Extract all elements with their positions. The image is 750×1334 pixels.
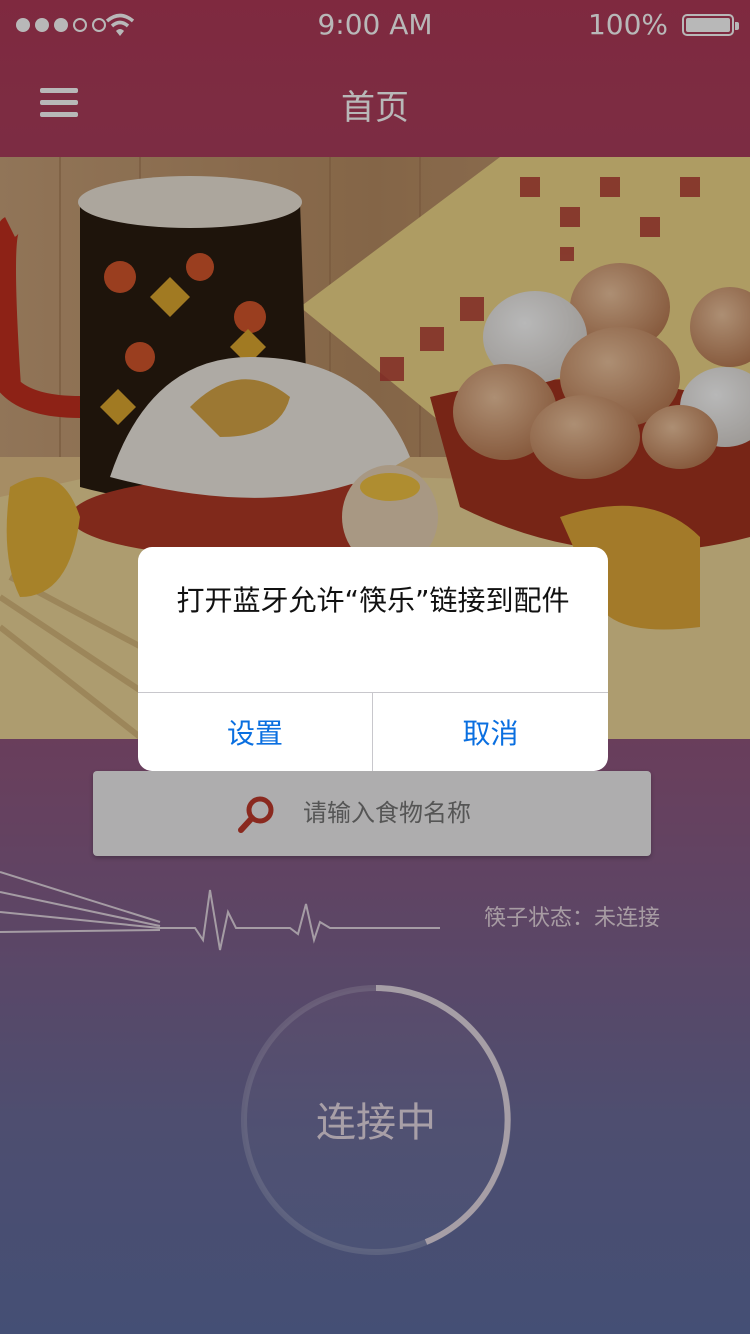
alert-message: 打开蓝牙允许“筷乐”链接到配件 — [176, 584, 570, 617]
cancel-button[interactable]: 取消 — [373, 693, 608, 771]
settings-button[interactable]: 设置 — [138, 693, 372, 771]
home-screen: 9:00 AM 100% 首页 请输入食物名称 筷子状态：未连接 连接中 打开蓝… — [0, 0, 750, 1334]
bluetooth-alert-dialog: 打开蓝牙允许“筷乐”链接到配件 设置 取消 — [138, 547, 608, 771]
